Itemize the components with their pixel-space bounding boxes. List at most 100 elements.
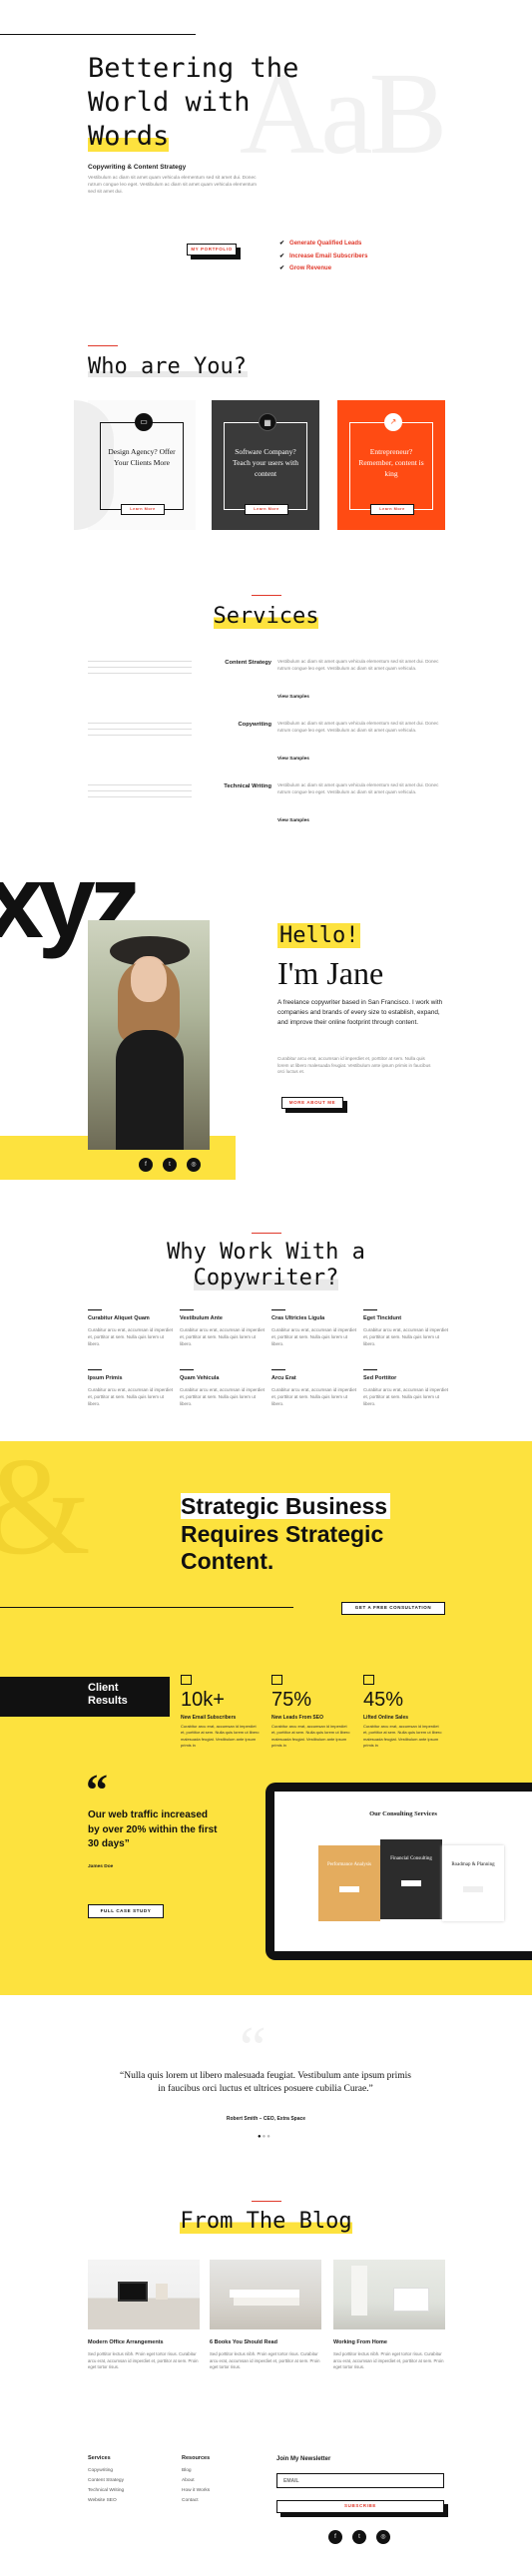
blog-post[interactable]: Modern Office Arrangements Sed porttitor… <box>88 2260 200 2371</box>
grid-icon: ▦ <box>259 413 276 431</box>
blog-image[interactable] <box>210 2260 321 2329</box>
footer-link[interactable]: Technical Writing <box>88 2488 124 2495</box>
blog-divider <box>252 2201 281 2202</box>
card-entrepreneur[interactable]: ↗ Entrepreneur? Remember, content is kin… <box>337 400 445 530</box>
blog-post-title[interactable]: 6 Books You Should Read <box>210 2339 321 2347</box>
document-icon <box>181 1675 192 1685</box>
footer-link[interactable]: Website SEO <box>88 2498 124 2505</box>
footer-link[interactable]: About <box>182 2478 210 2485</box>
case-study-button[interactable]: Full Case Study <box>88 1904 168 1922</box>
instagram-icon[interactable]: ◎ <box>187 1158 201 1172</box>
photo-body <box>116 1030 184 1150</box>
computer-icon: ▭ <box>135 413 153 431</box>
chart-icon <box>271 1675 282 1685</box>
card-learn-more[interactable]: Learn More <box>245 504 288 515</box>
check-icon: ✔ <box>279 265 285 272</box>
strategy-line3: Content. <box>181 1548 274 1575</box>
why-item: Quam Vehicula Curabitur arcu erat, accums… <box>180 1369 267 1408</box>
view-samples-link[interactable]: View Samples <box>277 695 309 702</box>
newsletter-heading: Join My Newsletter <box>276 2456 331 2462</box>
blog-title: From The Blog <box>180 2209 352 2234</box>
hero-checklist: ✔ Generate Qualified Leads ✔ Increase Emai… <box>279 240 367 273</box>
view-samples-link[interactable]: View Samples <box>277 818 309 825</box>
testimonial-author: Robert Smith – CEO, Extra Space <box>226 2116 306 2122</box>
why-item: Arcu Erat Curabitur arcu erat, accumsan i… <box>271 1369 359 1408</box>
ampersand-watermark: & <box>0 1441 91 1577</box>
check-icon: ✔ <box>279 241 285 247</box>
laptop-screen: Our Consulting Services Performance Anal… <box>274 1792 532 1951</box>
top-rule <box>0 34 196 35</box>
testimonial-text: “Nulla quis lorem ut libero malesuada fe… <box>120 2071 411 2094</box>
why-item: Eget Tincidunt Curabitur arcu erat, accum… <box>363 1309 451 1348</box>
laptop-card: Roadmap & Planning <box>442 1845 504 1921</box>
check-item: ✔ Grow Revenue <box>279 265 332 272</box>
blog-image[interactable] <box>333 2260 445 2329</box>
laptop: Our Consulting Services Performance Anal… <box>266 1783 532 1960</box>
stat-sales: 45% Lifted Online Sales Curabitur arcu e… <box>363 1675 443 1749</box>
check-item: ✔ Increase Email Subscribers <box>279 253 368 259</box>
chart-icon: ↗ <box>384 413 402 431</box>
view-samples-link[interactable]: View Samples <box>277 757 309 764</box>
card-design-agency[interactable]: ▭ Design Agency? Offer Your Clients More… <box>74 400 196 530</box>
blog-post-excerpt: Sed porttitor lectus nibh. Proin eget to… <box>210 2350 320 2370</box>
hero-title-line1: Bettering the <box>88 53 299 84</box>
why-item: Vestibulum Ante Curabitur arcu erat, accu… <box>180 1309 267 1348</box>
why-item: Curabitur Aliquet Quam Curabitur arcu era… <box>88 1309 176 1348</box>
quote-mark: “ <box>86 1766 108 1814</box>
service-desc: Vestibulum ac diam sit amet quam vehicul… <box>277 659 439 671</box>
subscribe-button[interactable]: Subscribe <box>276 2500 448 2517</box>
card-learn-more[interactable]: Learn More <box>121 504 165 515</box>
portfolio-button[interactable]: My Portfolio <box>187 244 241 259</box>
why-title-line1: Why Work With a <box>167 1240 365 1265</box>
about-body: Curabitur arcu erat, accumsan id imperdi… <box>277 1056 431 1075</box>
why-title-line2: Copywriter? <box>193 1266 339 1291</box>
strategy-line2: Requires Strategic <box>181 1520 384 1547</box>
footer-link[interactable]: Content Strategy <box>88 2478 124 2485</box>
laptop-card: Financial Consulting <box>380 1839 442 1919</box>
blog-post[interactable]: Working From Home Sed porttitor lectus n… <box>333 2260 445 2371</box>
service-name: Technical Writing <box>224 783 271 789</box>
services-divider <box>252 595 281 596</box>
services-title: Services <box>213 604 319 629</box>
service-desc: Vestibulum ac diam sit amet quam vehicul… <box>277 721 439 733</box>
photo-face-front <box>131 958 167 1002</box>
about-lead: A freelance copywriter based in San Fran… <box>277 999 443 1026</box>
slider-dots[interactable]: ●●● <box>258 2133 271 2142</box>
email-input[interactable] <box>276 2473 444 2488</box>
about-hello: Hello! <box>277 923 361 948</box>
more-about-button[interactable]: More About Me <box>281 1097 347 1113</box>
who-title: Who are You? <box>88 354 247 379</box>
check-icon: ✔ <box>279 253 285 259</box>
free-consultation-button[interactable]: Get a Free Consultation <box>341 1602 449 1619</box>
footer-services: Services Copywriting Content Strategy Te… <box>88 2455 125 2505</box>
twitter-icon[interactable]: t <box>163 1158 177 1172</box>
testimonial-quote-icon: “ <box>240 2015 266 2081</box>
footer-link[interactable]: Contact <box>182 2498 210 2505</box>
footer-facebook-icon[interactable]: f <box>328 2530 342 2544</box>
strategy-rule <box>0 1607 293 1608</box>
footer-link[interactable]: Copywriting <box>88 2468 124 2475</box>
blog-image[interactable] <box>88 2260 200 2329</box>
blog-post-title[interactable]: Working From Home <box>333 2339 445 2347</box>
blog-post[interactable]: 6 Books You Should Read Sed porttitor le… <box>210 2260 321 2371</box>
calendar-icon <box>363 1675 374 1685</box>
hero-body: Vestibulum ac diam sit amet quam vehicul… <box>88 176 258 195</box>
footer-link[interactable]: How it Works <box>182 2488 210 2495</box>
stat-leads: 75% New Leads From SEO Curabitur arcu er… <box>271 1675 351 1749</box>
footer-link[interactable]: Blog <box>182 2468 210 2475</box>
hero-subtitle: Copywriting & Content Strategy <box>88 164 187 171</box>
facebook-icon[interactable]: f <box>139 1158 153 1172</box>
card-title: Software Company? Teach your users with … <box>233 447 298 478</box>
hero-title-line2: World with <box>88 86 251 118</box>
footer-instagram-icon[interactable]: ◎ <box>376 2530 390 2544</box>
service-name: Copywriting <box>238 722 272 728</box>
footer-twitter-icon[interactable]: t <box>352 2530 366 2544</box>
service-desc: Vestibulum ac diam sit amet quam vehicul… <box>277 782 439 794</box>
about-name: I'm Jane <box>277 955 384 991</box>
card-title: Entrepreneur? Remember, content is king <box>358 447 424 478</box>
blog-post-title[interactable]: Modern Office Arrangements <box>88 2339 200 2347</box>
card-software-company[interactable]: ▦ Software Company? Teach your users wit… <box>212 400 319 530</box>
card-learn-more[interactable]: Learn More <box>370 504 414 515</box>
strategy-line1: Strategic Business <box>181 1493 391 1519</box>
blog-post-excerpt: Sed porttitor lectus nibh. Proin eget to… <box>88 2350 199 2370</box>
